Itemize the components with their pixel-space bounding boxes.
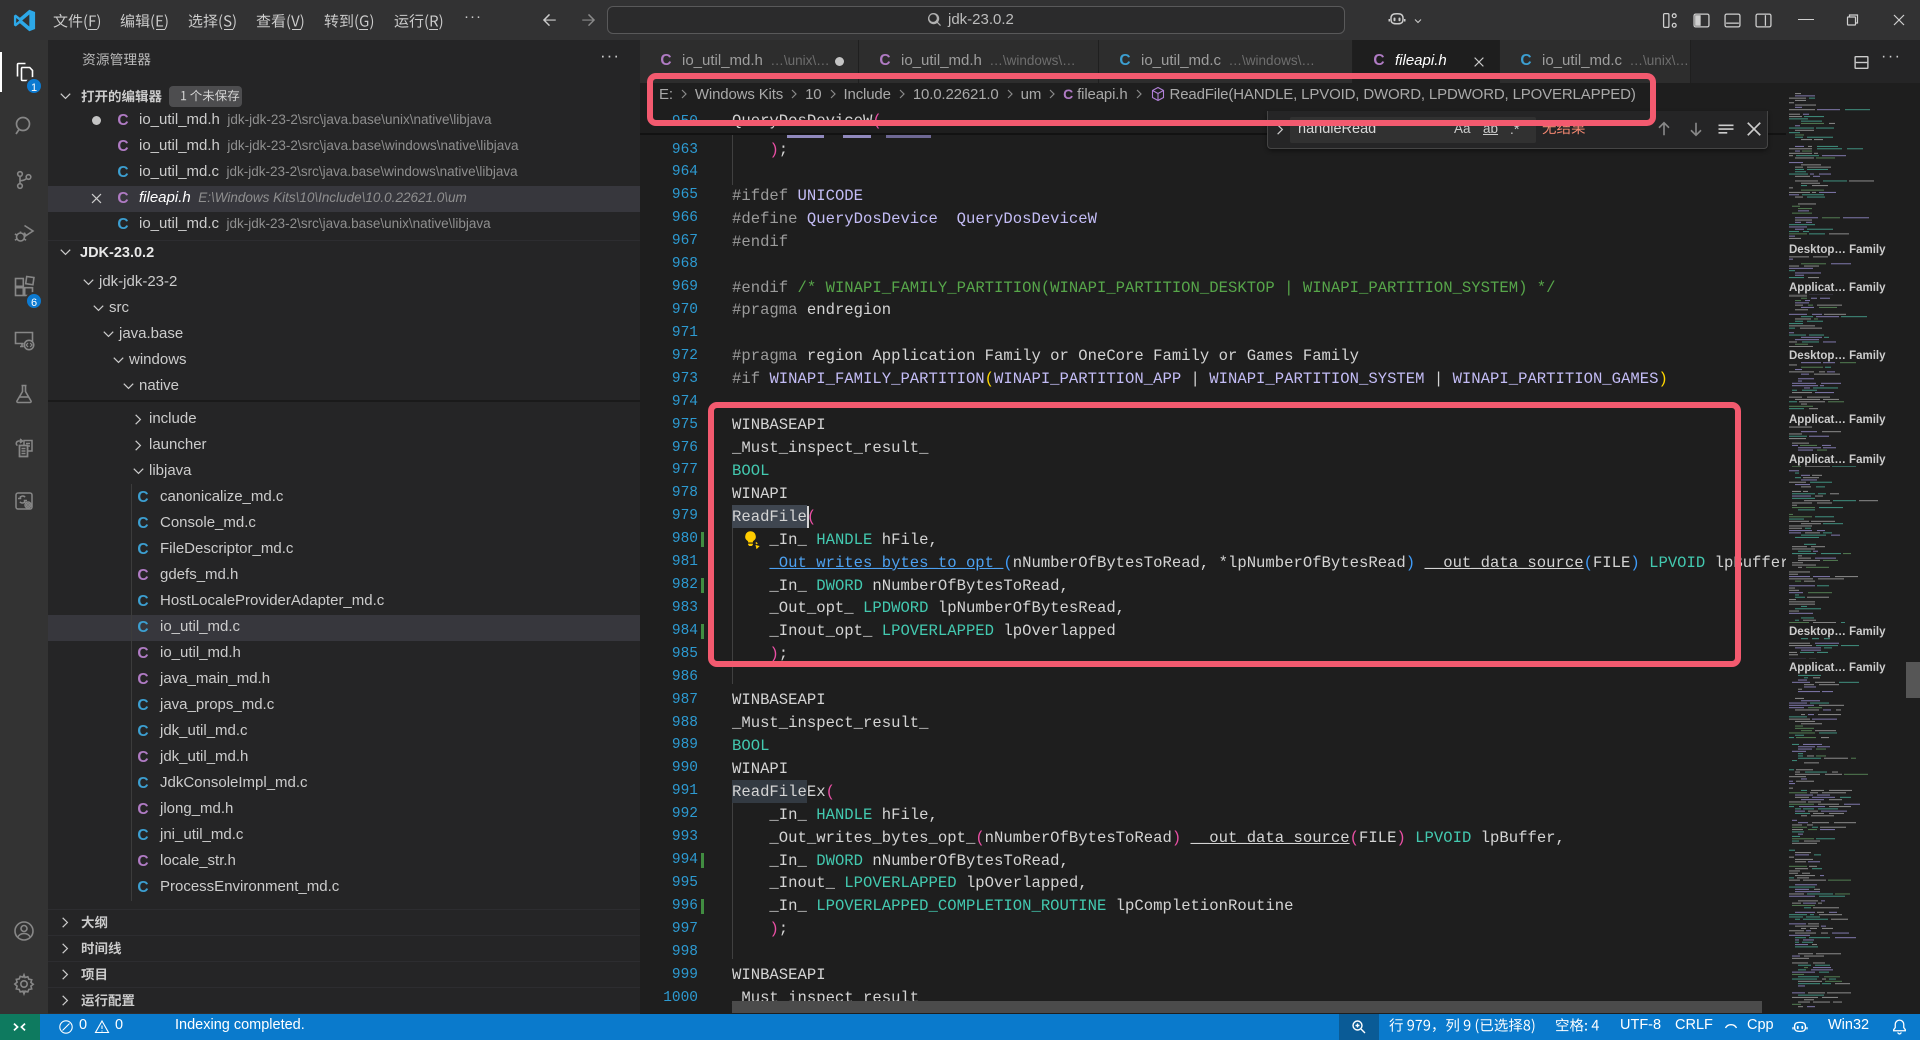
svg-text:Applicat… Family: Applicat… Family (1789, 662, 1886, 674)
svg-text:Applicat… Family: Applicat… Family (1789, 282, 1886, 294)
svg-text:Applicat… Family: Applicat… Family (1789, 414, 1886, 426)
svg-text:Applicat… Family: Applicat… Family (1789, 454, 1886, 466)
svg-text:Desktop… Family: Desktop… Family (1789, 244, 1886, 256)
svg-text:Desktop… Family: Desktop… Family (1789, 350, 1886, 362)
svg-text:Desktop… Family: Desktop… Family (1789, 626, 1886, 638)
